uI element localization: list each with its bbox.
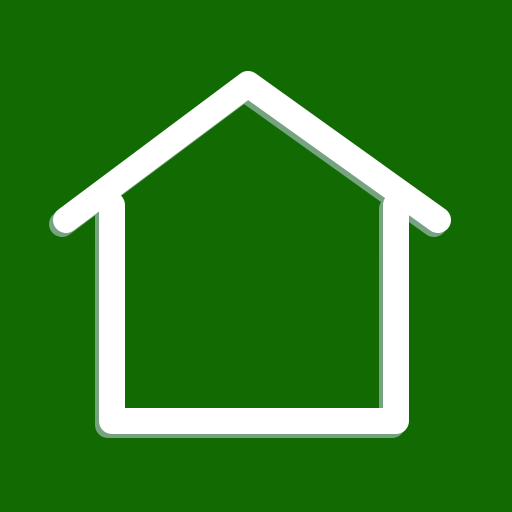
home-icon <box>0 0 512 512</box>
home-app-tile[interactable] <box>0 0 512 512</box>
